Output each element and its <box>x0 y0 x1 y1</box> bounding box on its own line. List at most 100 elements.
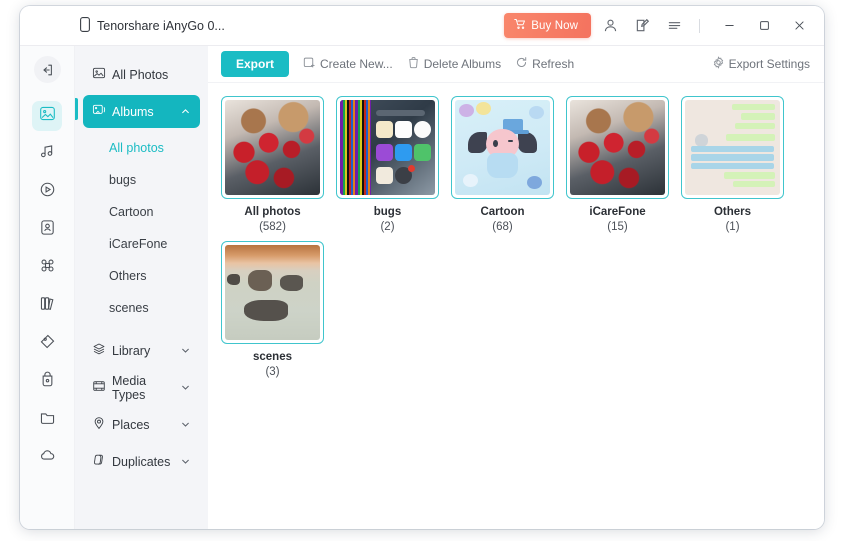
album-name: iCareFone <box>589 206 646 218</box>
sidebar-label: Places <box>112 417 150 432</box>
sidebar-album-others[interactable]: Others <box>75 260 208 292</box>
minimize-icon[interactable] <box>716 14 742 38</box>
chevron-down-icon <box>180 419 191 430</box>
play-circle-icon <box>39 181 56 203</box>
sidebar-album-all-photos[interactable]: All photos <box>75 132 208 164</box>
create-new-album-button[interactable]: Create New... <box>303 56 393 72</box>
rail-item-backup[interactable] <box>32 367 62 397</box>
duplicates-icon <box>92 453 106 470</box>
toolbar: Export Create New... Delete Albums Refre… <box>208 46 824 83</box>
sidebar-selection-marker <box>75 98 78 120</box>
export-settings-label: Export Settings <box>728 57 810 71</box>
sidebar-album-label: bugs <box>109 173 137 187</box>
album-count: (3) <box>265 366 280 378</box>
rail-item-videos[interactable] <box>32 177 62 207</box>
tag-icon <box>39 333 56 355</box>
rail-item-files[interactable] <box>32 405 62 435</box>
cart-icon <box>514 18 526 33</box>
sidebar-album-label: All photos <box>109 141 164 155</box>
sidebar-item-all-photos[interactable]: All Photos <box>83 58 200 91</box>
sidebar-label: All Photos <box>112 67 169 82</box>
sidebar-album-label: Others <box>109 269 147 283</box>
export-settings-button[interactable]: Export Settings <box>712 56 810 72</box>
connected-device[interactable]: Tenorshare iAnyGo 0... <box>80 16 225 35</box>
rail-item-apps[interactable] <box>32 253 62 283</box>
albums-icon <box>92 103 106 120</box>
album-card[interactable]: scenes (3) <box>221 241 324 378</box>
sidebar-item-places[interactable]: Places <box>83 408 200 441</box>
close-icon[interactable] <box>786 14 812 38</box>
sidebar-label: Library <box>112 343 151 358</box>
album-grid: All photos (582) bugs (2) Cartoon (68) i… <box>221 96 824 378</box>
album-name: Cartoon <box>480 206 525 218</box>
rail-item-photos[interactable] <box>32 101 62 131</box>
rail-item-bookmarks[interactable] <box>32 329 62 359</box>
sidebar-label: Duplicates <box>112 454 171 469</box>
trash-icon <box>407 56 420 72</box>
album-thumbnail[interactable] <box>451 96 554 199</box>
album-count: (2) <box>380 221 395 233</box>
device-name-label: Tenorshare iAnyGo 0... <box>97 18 225 33</box>
phone-icon <box>80 16 90 35</box>
sidebar-album-icarefone[interactable]: iCareFone <box>75 228 208 260</box>
album-thumbnail[interactable] <box>336 96 439 199</box>
thumbnail-image-ios-home <box>340 100 435 195</box>
album-count: (15) <box>607 221 628 233</box>
album-card[interactable]: Cartoon (68) <box>451 96 554 233</box>
album-card[interactable]: All photos (582) <box>221 96 324 233</box>
sidebar-item-albums[interactable]: Albums <box>83 95 200 128</box>
refresh-icon <box>515 56 528 72</box>
album-name: bugs <box>373 206 402 218</box>
album-card[interactable]: iCareFone (15) <box>566 96 669 233</box>
sidebar-album-label: Cartoon <box>109 205 154 219</box>
sidebar-album-scenes[interactable]: scenes <box>75 292 208 324</box>
sidebar-album-cartoon[interactable]: Cartoon <box>75 196 208 228</box>
album-count: (582) <box>259 221 286 233</box>
sidebar-item-duplicates[interactable]: Duplicates <box>83 445 200 478</box>
create-new-label: Create New... <box>320 57 393 71</box>
application-window: Tenorshare iAnyGo 0... Buy Now All Photo… <box>20 6 824 529</box>
exit-arrow-icon[interactable] <box>33 56 61 83</box>
location-pin-icon <box>92 416 106 433</box>
sidebar-album-bugs[interactable]: bugs <box>75 164 208 196</box>
rail-item-contacts[interactable] <box>32 215 62 245</box>
album-card[interactable]: Others (1) <box>681 96 784 233</box>
rail-item-music[interactable] <box>32 139 62 169</box>
album-name: scenes <box>252 351 292 363</box>
album-name: All photos <box>244 206 301 218</box>
album-thumbnail[interactable] <box>681 96 784 199</box>
sidebar-label: Albums <box>112 104 154 119</box>
icon-rail <box>20 46 75 529</box>
refresh-button[interactable]: Refresh <box>515 56 574 72</box>
sidebar-item-media-types[interactable]: Media Types <box>83 371 200 404</box>
hamburger-menu-icon[interactable] <box>661 14 687 38</box>
thumbnail-image-roses <box>570 100 665 195</box>
edit-note-icon[interactable] <box>629 14 655 38</box>
thumbnail-image-chat <box>685 100 780 195</box>
chevron-down-icon <box>180 345 191 356</box>
add-album-icon <box>303 56 316 72</box>
rail-item-cloud[interactable] <box>32 443 62 473</box>
titlebar-divider <box>699 18 700 33</box>
user-icon[interactable] <box>597 14 623 38</box>
thumbnail-image-cartoon <box>455 100 550 195</box>
album-thumbnail[interactable] <box>221 241 324 344</box>
sidebar-album-label: iCareFone <box>109 237 168 251</box>
album-thumbnail[interactable] <box>221 96 324 199</box>
books-icon <box>39 295 56 317</box>
album-grid-area: All photos (582) bugs (2) Cartoon (68) i… <box>208 83 824 529</box>
album-card[interactable]: bugs (2) <box>336 96 439 233</box>
maximize-icon[interactable] <box>751 14 777 38</box>
sidebar-item-library[interactable]: Library <box>83 334 200 367</box>
delete-albums-button[interactable]: Delete Albums <box>407 56 501 72</box>
export-button[interactable]: Export <box>221 51 290 77</box>
cloud-icon <box>39 447 56 469</box>
chevron-down-icon <box>180 456 191 467</box>
buy-now-button[interactable]: Buy Now <box>504 13 591 38</box>
chevron-down-icon <box>180 382 191 393</box>
thumbnail-image-roses <box>225 100 320 195</box>
rail-item-books[interactable] <box>32 291 62 321</box>
gear-icon <box>712 56 725 72</box>
album-thumbnail[interactable] <box>566 96 669 199</box>
folder-icon <box>39 409 56 431</box>
